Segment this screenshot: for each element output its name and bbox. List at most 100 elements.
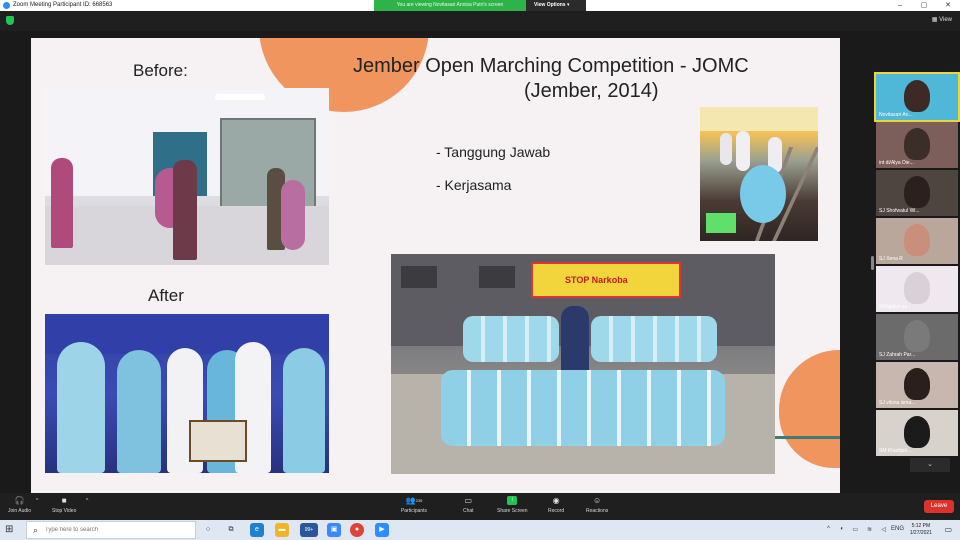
record-icon: ◉ [552,496,560,505]
clock[interactable]: 5:12 PM 1/27/2021 [910,523,932,537]
headphones-icon: 🎧 [14,496,25,505]
task-view-icon[interactable]: ⧉ [224,523,238,537]
record-label: Record [548,508,565,514]
group-photo: STOP Narkoba [391,254,775,474]
participant-tile[interactable]: SJ Zahrah Par... [876,314,958,360]
balcony [401,266,437,288]
chevron-up-icon[interactable]: ^ [86,498,88,504]
battery-icon[interactable]: ▭ [852,526,858,533]
participant-tile[interactable]: SJ Shofwatul Wi... [876,170,958,216]
chrome-icon[interactable]: ● [350,523,364,537]
search-icon: ⌕ [33,525,39,535]
team-back-row [591,316,717,362]
clock-date: 1/27/2021 [909,530,932,536]
store-icon[interactable]: ▣ [327,523,341,537]
presentation-slide: Before: After Jember Open Marching Compe… [31,38,840,493]
bullet-kerjasama: - Kerjasama [436,177,512,193]
participants-icon: 👥235 [405,496,423,505]
video-camera-icon: ■ [61,496,67,505]
search-input[interactable] [45,524,193,536]
avatar [904,80,930,112]
taskbar-search[interactable]: ⌕ [26,521,196,539]
balcony [479,266,515,288]
participant-name: SJ Zahrah Par... [879,352,916,358]
language-indicator[interactable]: ENG [891,526,904,532]
bullet-tanggung-jawab: - Tanggung Jawab [436,144,551,160]
before-label: Before: [133,61,188,80]
volume-icon[interactable]: ◁ [881,526,886,533]
clock-time: 5:12 PM [911,523,931,529]
participant-tile[interactable]: SJ vilona isma... [876,362,958,408]
join-audio-button[interactable]: 🎧 Join Audio [8,496,31,514]
after-label: After [148,286,184,305]
zoom-app-icon [3,2,10,9]
wifi-icon[interactable]: ≋ [867,526,872,533]
zoom-taskbar-icon[interactable]: ▶ [375,523,389,537]
windows-start-icon[interactable]: ⊞ [5,525,15,535]
smiley-plus-icon: ☺ [593,496,602,505]
notifications-icon[interactable]: ▭ [944,525,952,534]
cortana-icon[interactable]: ○ [201,523,215,537]
coach [561,306,589,380]
avatar [904,368,930,400]
decorative-line [775,436,840,439]
participant-name: Novitasari An... [879,112,913,118]
participant-name: SM Khadijah ... [879,448,913,454]
participant-name: SJ vilona isma... [879,400,916,406]
team-member [57,342,105,473]
file-explorer-icon[interactable]: ▬ [275,523,289,537]
team-front-row [441,370,725,446]
dancer [51,158,73,248]
participant-name: Shillgalyn sa... [879,304,912,310]
participant-tile[interactable]: Novitasari An... [874,72,960,122]
stop-video-button[interactable]: ■ Stop Video [52,496,76,514]
join-audio-label: Join Audio [8,508,32,514]
close-button[interactable]: ✕ [936,0,960,11]
dancer [173,160,197,260]
participants-button[interactable]: 👥235 Participants [400,496,428,514]
participant-name: SJ Shofwatul Wi... [879,208,920,214]
reactions-label: Reactions [586,508,609,514]
participant-tile[interactable]: Shillgalyn sa... [876,266,958,312]
participant-tile[interactable]: int di/Alya Die... [876,122,958,168]
avatar [904,416,930,448]
share-screen-button[interactable]: ↑ Share Screen [497,496,528,514]
avatar [904,176,930,208]
viewing-banner: You are viewing Novitasari Annisa Putri'… [374,0,586,11]
share-screen-icon: ↑ [507,496,518,505]
sky [700,107,818,131]
view-button[interactable]: ▦ View [932,16,952,23]
mail-icon[interactable]: 99+ [300,523,318,537]
edge-icon[interactable]: e [250,523,264,537]
participant-strip: Novitasari An... int di/Alya Die... SJ S… [870,31,960,493]
team-member [736,131,750,171]
team-member [720,133,732,165]
strip-scrollbar[interactable] [871,256,874,270]
ceiling-light [215,94,265,100]
window-title: Zoom Meeting Participant ID: 668563 [13,2,113,8]
dancer [281,180,305,250]
participant-tile[interactable]: SJ Xena R [876,218,958,264]
minimize-button[interactable]: – [888,0,912,11]
chevron-up-icon[interactable]: ^ [827,526,830,532]
chevron-up-icon[interactable]: ^ [36,498,38,504]
chevron-down-icon[interactable]: ⌄ [910,458,950,472]
view-options-button[interactable]: View Options ▾ [526,0,586,11]
avatar [904,272,930,304]
participant-tile[interactable]: SM Khadijah ... [876,410,958,456]
meeting-toolbar: 🎧 Join Audio ^ ■ Stop Video ^ 👥235 Parti… [0,493,960,520]
event-banner: STOP Narkoba [531,262,681,298]
viewing-message: You are viewing Novitasari Annisa Putri'… [374,0,526,11]
team-member [117,350,161,473]
maximize-button[interactable]: ▢ [912,0,936,11]
share-screen-label: Share Screen [497,508,528,514]
chat-button[interactable]: ▭ Chat [463,496,474,514]
shield-icon[interactable] [6,16,14,25]
record-button[interactable]: ◉ Record [548,496,564,514]
windows-taskbar: ⊞ ⌕ ○ ⧉ e ▬ 99+ ▣ ● ▶ ^ ◐ ▭ ≋ ◁ ENG 5:12… [0,520,960,540]
reactions-button[interactable]: ☺ Reactions [586,496,608,514]
certificate [189,420,247,462]
banner-sign: STOP Narkoba [565,275,628,285]
network-icon[interactable]: ◐ [840,526,844,532]
leave-button[interactable]: Leave [924,500,954,513]
